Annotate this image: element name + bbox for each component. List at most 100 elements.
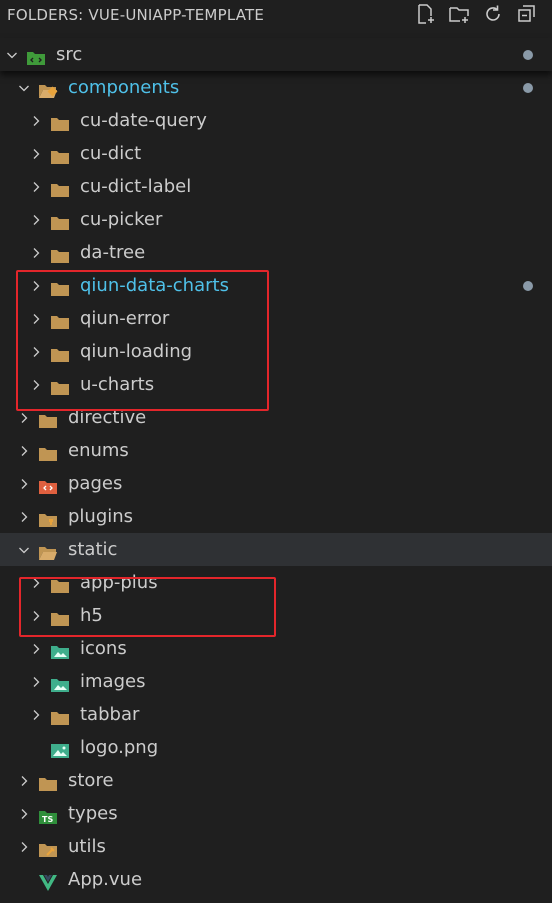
tree-item-label: directive: [68, 407, 147, 428]
tree-item-label: da-tree: [80, 242, 146, 263]
chevron-right-icon[interactable]: [29, 302, 43, 335]
folder-icon: [38, 408, 58, 428]
chevron-right-icon[interactable]: [29, 566, 43, 599]
chevron-right-icon[interactable]: [17, 467, 31, 500]
explorer-actions: [414, 3, 538, 29]
folder-icon: [50, 606, 70, 626]
folder-icon: [50, 573, 70, 593]
tree-item-label: static: [68, 539, 118, 560]
new-folder-icon[interactable]: [448, 3, 470, 29]
folder-item-pages[interactable]: pages: [0, 467, 552, 500]
folder-open-icon: [38, 540, 58, 560]
chevron-right-icon[interactable]: [29, 368, 43, 401]
tree-item-label: cu-date-query: [80, 110, 207, 131]
image-file-icon: [50, 738, 70, 758]
file-item-logo-png[interactable]: logo.png: [0, 731, 552, 764]
chevron-right-icon[interactable]: [29, 203, 43, 236]
folder-icon: [50, 705, 70, 725]
refresh-icon[interactable]: [482, 3, 504, 29]
chevron-right-icon[interactable]: [17, 764, 31, 797]
folder-item-cu-picker[interactable]: cu-picker: [0, 203, 552, 236]
tree-item-label: cu-dict-label: [80, 176, 192, 197]
modified-dot: [523, 281, 533, 291]
chevron-down-icon[interactable]: [5, 38, 19, 71]
chevron-right-icon[interactable]: [29, 698, 43, 731]
chevron-right-icon[interactable]: [17, 500, 31, 533]
folder-icon: [50, 342, 70, 362]
chevron-right-icon[interactable]: [29, 170, 43, 203]
tree-item-label: images: [80, 671, 146, 692]
folder-icon: [38, 771, 58, 791]
folder-icon: [50, 375, 70, 395]
file-tree: src components cu-date-query cu-dict cu-dict…: [0, 38, 552, 896]
folder-item-app-plus[interactable]: app-plus: [0, 566, 552, 599]
chevron-right-icon[interactable]: [29, 137, 43, 170]
folder-icon: [50, 177, 70, 197]
folder-item-types[interactable]: TS types: [0, 797, 552, 830]
tree-item-label: icons: [80, 638, 127, 659]
folder-item-cu-dict-label[interactable]: cu-dict-label: [0, 170, 552, 203]
tree-item-label: h5: [80, 605, 103, 626]
folder-item-qiun-loading[interactable]: qiun-loading: [0, 335, 552, 368]
chevron-down-icon[interactable]: [17, 71, 31, 104]
utils-folder-icon: [38, 837, 58, 857]
chevron-right-icon[interactable]: [17, 434, 31, 467]
chevron-right-icon[interactable]: [29, 599, 43, 632]
explorer-title: FOLDERS: VUE-UNIAPP-TEMPLATE: [7, 6, 265, 24]
modified-dot: [523, 83, 533, 93]
tree-item-label: qiun-loading: [80, 341, 193, 362]
chevron-right-icon[interactable]: [17, 830, 31, 863]
folder-item-cu-dict[interactable]: cu-dict: [0, 137, 552, 170]
explorer-header: FOLDERS: VUE-UNIAPP-TEMPLATE: [0, 0, 552, 30]
folder-item-images[interactable]: images: [0, 665, 552, 698]
folder-item-src[interactable]: src: [0, 38, 552, 71]
folder-item-qiun-data-charts[interactable]: qiun-data-charts: [0, 269, 552, 302]
chevron-right-icon[interactable]: [29, 236, 43, 269]
new-file-icon[interactable]: [414, 3, 436, 29]
tree-item-label: store: [68, 770, 114, 791]
tree-item-label: App.vue: [68, 869, 143, 890]
tree-item-label: qiun-data-charts: [80, 275, 229, 296]
folder-icon: [50, 276, 70, 296]
tree-item-label: plugins: [68, 506, 134, 527]
chevron-right-icon[interactable]: [29, 104, 43, 137]
folder-item-tabbar[interactable]: tabbar: [0, 698, 552, 731]
folder-item-enums[interactable]: enums: [0, 434, 552, 467]
folder-item-cu-date-query[interactable]: cu-date-query: [0, 104, 552, 137]
folder-item-h5[interactable]: h5: [0, 599, 552, 632]
folder-icon: [50, 309, 70, 329]
chevron-right-icon[interactable]: [17, 401, 31, 434]
tree-item-label: enums: [68, 440, 129, 461]
tree-item-label: u-charts: [80, 374, 155, 395]
chevron-down-icon[interactable]: [17, 533, 31, 566]
folder-item-icons[interactable]: icons: [0, 632, 552, 665]
images-folder-icon: [50, 672, 70, 692]
file-item-app-vue[interactable]: App.vue: [0, 863, 552, 896]
tree-item-label: src: [56, 44, 83, 65]
chevron-right-icon[interactable]: [17, 797, 31, 830]
folder-icon: [50, 111, 70, 131]
tree-item-label: qiun-error: [80, 308, 170, 329]
chevron-right-icon[interactable]: [29, 665, 43, 698]
folder-item-qiun-error[interactable]: qiun-error: [0, 302, 552, 335]
folder-icon: [50, 144, 70, 164]
chevron-right-icon[interactable]: [29, 269, 43, 302]
folder-icon: [50, 243, 70, 263]
src-folder-icon: [26, 45, 46, 65]
tree-item-label: logo.png: [80, 737, 159, 758]
folder-item-plugins[interactable]: plugins: [0, 500, 552, 533]
tree-item-label: cu-dict: [80, 143, 142, 164]
collapse-all-icon[interactable]: [516, 3, 538, 29]
folder-item-u-charts[interactable]: u-charts: [0, 368, 552, 401]
chevron-right-icon[interactable]: [29, 335, 43, 368]
folder-item-components[interactable]: components: [0, 71, 552, 104]
ts-folder-icon: TS: [38, 804, 58, 824]
tree-item-label: components: [68, 77, 180, 98]
folder-item-utils[interactable]: utils: [0, 830, 552, 863]
folder-item-static[interactable]: static: [0, 533, 552, 566]
folder-item-da-tree[interactable]: da-tree: [0, 236, 552, 269]
folder-item-directive[interactable]: directive: [0, 401, 552, 434]
folder-item-store[interactable]: store: [0, 764, 552, 797]
chevron-right-icon[interactable]: [29, 632, 43, 665]
vue-file-icon: [38, 870, 58, 891]
